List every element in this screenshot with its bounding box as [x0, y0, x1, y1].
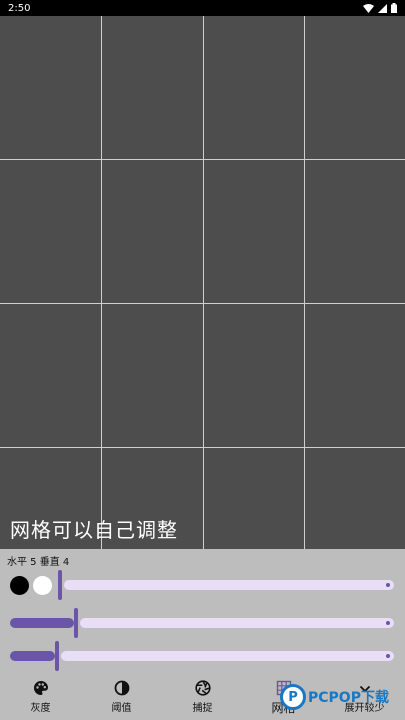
watermark-logo-icon: P	[280, 684, 306, 710]
camera-canvas[interactable]	[0, 16, 405, 549]
slider-end-dot	[386, 583, 390, 587]
aperture-icon	[194, 680, 211, 696]
slider-end-dot	[386, 621, 390, 625]
grid-line-vertical	[304, 16, 305, 549]
nav-label: 灰度	[30, 703, 51, 714]
grid-line-horizontal	[0, 303, 405, 304]
watermark-text: PCPOP下载	[308, 690, 389, 706]
grid-line-vertical	[101, 16, 102, 549]
nav-item-capture[interactable]: 捕捉	[162, 672, 243, 720]
slider-thumb[interactable]	[58, 570, 62, 600]
slider-fill	[10, 651, 55, 661]
nav-label: 捕捉	[192, 703, 213, 714]
watermark: P PCPOP下载	[280, 684, 389, 710]
slider-track	[64, 580, 394, 590]
nav-item-threshold[interactable]: 阈值	[81, 672, 162, 720]
wifi-icon	[363, 3, 374, 13]
palette-icon	[33, 681, 48, 695]
slider-thumb[interactable]	[55, 641, 59, 671]
slider-track	[61, 651, 394, 661]
nav-label: 阈值	[111, 703, 132, 714]
status-time: 2:50	[8, 2, 31, 14]
caption-text: 网格可以自己调整	[10, 518, 178, 542]
grid-vertical-slider[interactable]	[10, 641, 394, 671]
grid-line-horizontal	[0, 159, 405, 160]
status-bar: 2:50	[0, 0, 405, 16]
signal-icon	[378, 3, 387, 13]
contrast-icon	[114, 680, 129, 696]
slider-track	[80, 618, 394, 628]
battery-icon	[391, 3, 397, 13]
grid-count-label: 水平 5 垂直 4	[7, 557, 70, 568]
grid-horizontal-slider[interactable]	[10, 608, 394, 638]
slider-thumb[interactable]	[74, 608, 78, 638]
nav-item-grayscale[interactable]: 灰度	[0, 672, 81, 720]
grid-line-horizontal	[0, 447, 405, 448]
grid-line-vertical	[203, 16, 204, 549]
slider-fill	[10, 618, 74, 628]
white-color-swatch[interactable]	[33, 576, 52, 595]
black-color-swatch[interactable]	[10, 576, 29, 595]
slider-end-dot	[386, 654, 390, 658]
status-icons	[363, 3, 397, 13]
color-slider[interactable]	[58, 570, 394, 600]
